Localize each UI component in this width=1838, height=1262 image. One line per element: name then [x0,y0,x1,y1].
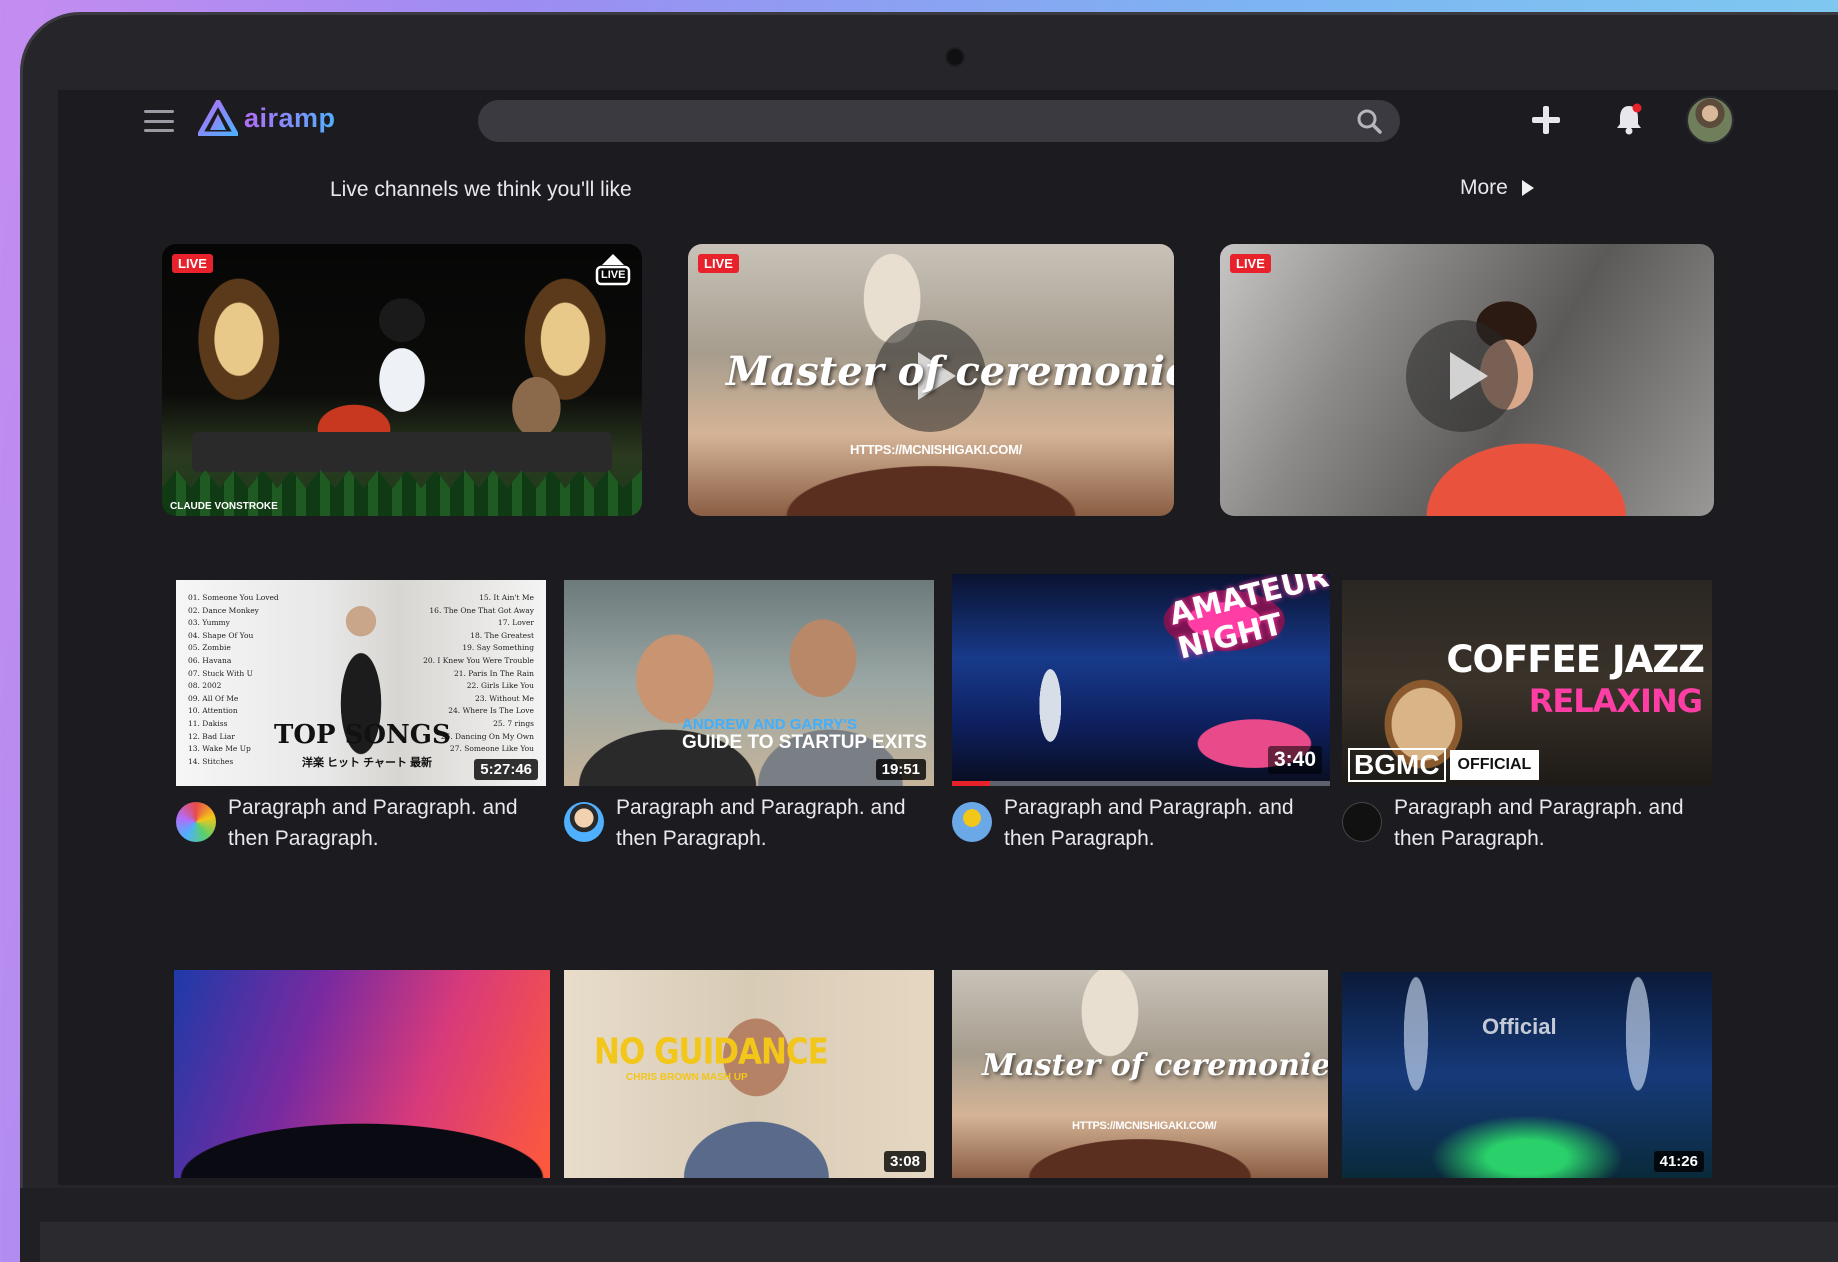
tracklist-item: 09. All Of Me [188,693,239,703]
video-overlay-line1: COFFEE JAZZ [1446,638,1705,681]
tracklist-item: 17. Lover [497,618,534,628]
tracklist-item: 02. Dance Monkey [188,605,259,615]
video-thumbnail[interactable]: AMATEUR NIGHT 3:40 [952,574,1330,786]
duration-badge: 3:40 [1267,746,1322,774]
watch-progress-fill [952,781,990,786]
duration-badge: 3:08 [883,1151,926,1172]
video-thumbnail[interactable]: ANDREW AND GARRY'S GUIDE TO STARTUP EXIT… [564,580,934,786]
video-thumbnail[interactable] [174,970,550,1178]
video-description[interactable]: Paragraph and Paragraph. and then Paragr… [228,792,558,854]
tracklist-item: 01. Someone You Loved [188,593,279,602]
video-overlay-text: Official [1482,1014,1557,1039]
video-overlay-title: Master of ceremonies [982,1048,1328,1083]
video-overlay-title: TOP SONGS [274,720,451,750]
search-icon[interactable] [1356,108,1382,134]
menu-icon[interactable] [144,110,174,132]
laptop-base [40,1222,1838,1262]
channel-logo: BGMC OFFICIAL [1348,748,1540,782]
live-badge: LIVE [172,254,213,273]
tracklist-item: 20. I Knew You Were Trouble [423,655,534,665]
video-meta: Paragraph and Paragraph. and then Paragr… [1342,792,1724,854]
video-overlay-subtitle: 洋楽 ヒット チャート 最新 [302,757,433,769]
section-title: Live channels we think you'll like [330,178,632,201]
video-description[interactable]: Paragraph and Paragraph. and then Paragr… [1004,792,1334,854]
tracklist-item: 24. Where Is The Love [448,706,534,716]
tracklist-item: 07. Stuck With U [188,668,253,678]
tracklist-item: 19. Say Something [462,643,534,653]
logo-text: airamp [244,102,336,133]
live-card-singer[interactable]: LIVE [1220,244,1714,516]
tracklist-item: 10. Attention [188,706,238,716]
duration-badge: 41:26 [1653,1151,1704,1172]
credit-text: CLAUDE VONSTROKE [170,501,278,512]
tracklist-item: 03. Yummy [188,618,230,628]
video-description[interactable]: Paragraph and Paragraph. and then Paragr… [1394,792,1724,854]
tracklist-item: 05. Zombie [188,643,231,653]
video-overlay-line2: RELAXING [1528,682,1703,720]
video-overlay-line1: ANDREW AND GARRY'S [682,716,857,733]
live-badge: LIVE [698,254,739,273]
video-overlay-line1: NO GUIDANCE [594,1031,829,1073]
plus-icon[interactable] [1530,104,1562,136]
channel-avatar[interactable] [952,802,992,842]
tracklist-item: 21. Paris In The Rain [453,668,534,678]
video-overlay-title: Master of ceremonies [726,348,1174,395]
live-badge: LIVE [1230,254,1271,273]
channel-avatar[interactable] [564,802,604,842]
video-thumbnail[interactable]: Master of ceremonies HTTPS://MCNISHIGAKI… [952,970,1328,1178]
more-label: More [1460,176,1508,199]
tracklist-item: 16. The One That Got Away [429,605,534,615]
tracklist-item: 22. Girls Like You [466,681,534,691]
video-meta: Paragraph and Paragraph. and then Paragr… [176,792,558,854]
video-overlay-line2: CHRIS BROWN MASH UP [626,1072,748,1083]
search-bar[interactable] [478,100,1400,142]
video-overlay-url: HTTPS://MCNISHIGAKI.COM/ [1072,1120,1217,1132]
video-thumbnail[interactable]: COFFEE JAZZ RELAXING BGMC OFFICIAL [1342,580,1712,786]
logo[interactable]: airamp [198,100,336,136]
avatar[interactable] [1686,96,1734,144]
video-thumbnail[interactable]: NO GUIDANCE CHRIS BROWN MASH UP 3:08 [564,970,934,1178]
watch-progress-bar [952,781,1330,786]
channel-badge: OFFICIAL [1449,750,1540,780]
channel-avatar[interactable] [176,802,216,842]
tracklist-item: 04. Shape Of You [188,630,254,640]
tracklist-item: 15. It Ain't Me [479,593,534,602]
logo-icon [198,100,238,136]
video-overlay-line2: GUIDE TO STARTUP EXITS [682,732,927,753]
live-icon: LIVE [594,252,632,286]
play-icon[interactable] [1406,320,1518,432]
video-thumbnail[interactable]: Official 41:26 [1342,972,1712,1178]
tracklist-item: 13. Wake Me Up [188,744,251,754]
camera-icon [945,47,965,67]
video-description[interactable]: Paragraph and Paragraph. and then Paragr… [616,792,946,854]
tracklist-item: 06. Havana [188,655,232,665]
duration-badge: 5:27:46 [474,759,538,780]
tracklist-item: 12. Bad Liar [188,731,235,741]
channel-avatar[interactable] [1342,802,1382,842]
tracklist-item: 18. The Greatest [470,630,534,640]
video-meta: Paragraph and Paragraph. and then Paragr… [564,792,946,854]
video-overlay-text: AMATEUR NIGHT [1165,574,1330,667]
tracklist-item: 08. 2002 [188,681,222,691]
app-screen: airamp Live channels we think you'll lik… [58,90,1838,1185]
video-thumbnail[interactable]: 01. Someone You Loved 02. Dance Monkey 03.… [176,580,546,786]
live-card-dj[interactable]: LIVE LIVE CLAUDE VONSTROKE [162,244,642,516]
search-input[interactable] [478,100,1400,142]
chevron-right-icon [1521,180,1534,196]
video-overlay-url: HTTPS://MCNISHIGAKI.COM/ [850,442,1022,457]
more-link[interactable]: More [1460,176,1534,200]
tracklist-left: 01. Someone You Loved 02. Dance Monkey 03.… [188,592,279,768]
duration-badge: 19:51 [875,759,926,780]
live-icon-label: LIVE [601,269,626,281]
bell-icon[interactable] [1614,102,1644,136]
live-card-mc[interactable]: LIVE Master of ceremonies HTTPS://MCNISH… [688,244,1174,516]
channel-logo-text: BGMC [1348,748,1446,782]
tracklist-item: 23. Without Me [475,693,534,703]
tracklist-item: 11. Dakiss [188,718,228,728]
tracklist-item: 14. Stitches [188,756,234,766]
video-meta: Paragraph and Paragraph. and then Paragr… [952,792,1334,854]
